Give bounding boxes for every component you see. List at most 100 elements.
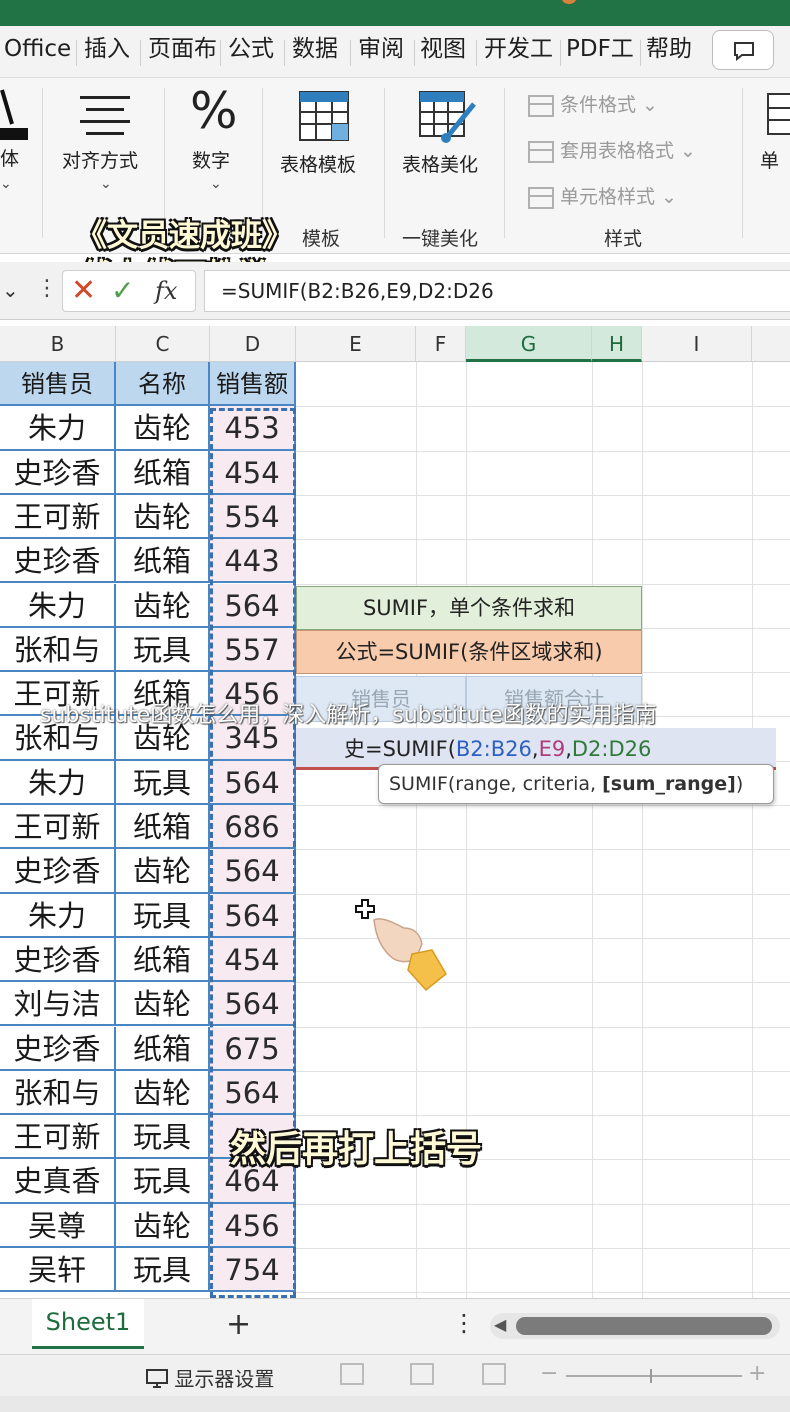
tab-review[interactable]: 审阅: [358, 34, 404, 64]
cell-salesperson[interactable]: 史珍香: [0, 849, 116, 894]
cell-amount[interactable]: 686: [210, 805, 296, 850]
tab-developer[interactable]: 开发工: [484, 34, 558, 64]
cell-amount[interactable]: 454: [210, 937, 296, 983]
column-header-b[interactable]: B: [0, 326, 116, 362]
cell-salesperson[interactable]: 朱力: [0, 893, 116, 938]
cell-product[interactable]: 玩具: [116, 1248, 210, 1293]
more-dots-icon[interactable]: ⋮: [36, 276, 58, 301]
cell-product[interactable]: 齿轮: [116, 494, 210, 540]
column-header-c[interactable]: C: [116, 326, 210, 362]
tab-data[interactable]: 数据: [292, 34, 338, 64]
tab-view[interactable]: 视图: [420, 34, 466, 64]
cell-salesperson[interactable]: 史珍香: [0, 937, 116, 983]
cell-product[interactable]: 纸箱: [116, 539, 210, 584]
cell-product[interactable]: 玩具: [116, 1115, 210, 1160]
align-icon[interactable]: [76, 92, 134, 140]
cell-product[interactable]: 纸箱: [116, 1026, 210, 1071]
cells-icon[interactable]: [766, 92, 790, 136]
formula-input[interactable]: =SUMIF(B2:B26,E9,D2:D26: [204, 270, 790, 312]
column-header-h[interactable]: H: [592, 326, 642, 362]
cell-amount[interactable]: 564: [210, 982, 296, 1027]
cell-amount[interactable]: 564: [210, 583, 296, 628]
tab-formulas[interactable]: 公式: [228, 34, 274, 64]
cell-product[interactable]: 齿轮: [116, 982, 210, 1027]
cell-product[interactable]: 纸箱: [116, 937, 210, 983]
cell-salesperson[interactable]: 吴轩: [0, 1248, 116, 1293]
tab-page-layout[interactable]: 页面布: [148, 34, 218, 64]
cell-amount[interactable]: 564: [210, 760, 296, 805]
column-header-e[interactable]: E: [296, 326, 416, 362]
header-cell-product[interactable]: 名称: [116, 362, 210, 407]
cell-amount[interactable]: 564: [210, 893, 296, 938]
namebox-chevron-icon[interactable]: ⌄: [2, 278, 19, 302]
cell-salesperson[interactable]: 史珍香: [0, 450, 116, 495]
cell-salesperson[interactable]: 史珍香: [0, 539, 116, 584]
table-beautify-icon[interactable]: [418, 90, 476, 146]
cell-product[interactable]: 齿轮: [116, 406, 210, 451]
comment-button[interactable]: [712, 30, 774, 70]
cell-amount[interactable]: 456: [210, 1203, 296, 1248]
table-format-button[interactable]: 套用表格格式 ⌄: [528, 136, 696, 166]
zoom-slider[interactable]: [566, 1375, 742, 1377]
cell-amount[interactable]: 453: [210, 406, 296, 451]
cell-salesperson[interactable]: 王可新: [0, 1115, 116, 1160]
tab-pdf[interactable]: PDF工: [566, 34, 638, 64]
sumif-formula-cell[interactable]: 公式=SUMIF(条件区域求和): [296, 630, 642, 674]
sumif-title-cell[interactable]: SUMIF，单个条件求和: [296, 586, 642, 630]
column-header-f[interactable]: F: [416, 326, 466, 362]
cell-product[interactable]: 纸箱: [116, 805, 210, 850]
display-settings-button[interactable]: 显示器设置: [146, 1363, 274, 1392]
cell-amount[interactable]: 443: [210, 539, 296, 584]
cell-salesperson[interactable]: 张和与: [0, 627, 116, 673]
tab-insert[interactable]: 插入: [84, 34, 130, 64]
normal-view-icon[interactable]: [340, 1363, 364, 1385]
horizontal-scrollbar-thumb[interactable]: [516, 1317, 772, 1335]
cell-product[interactable]: 玩具: [116, 627, 210, 673]
cell-product[interactable]: 齿轮: [116, 1070, 210, 1116]
cell-product[interactable]: 齿轮: [116, 583, 210, 628]
cell-salesperson[interactable]: 刘与洁: [0, 982, 116, 1027]
cell-salesperson[interactable]: 张和与: [0, 1070, 116, 1116]
header-cell-salesperson[interactable]: 销售员: [0, 362, 116, 407]
table-template-icon[interactable]: [298, 90, 350, 142]
add-sheet-icon[interactable]: +: [226, 1307, 251, 1342]
sheet-more-icon[interactable]: ⋮: [452, 1309, 476, 1337]
cancel-icon[interactable]: ✕: [71, 273, 96, 308]
align-chevron-icon[interactable]: ⌄: [100, 176, 112, 192]
tab-help[interactable]: 帮助: [646, 34, 692, 64]
function-tooltip[interactable]: SUMIF(range, criteria, [sum_range]): [378, 764, 774, 804]
sheet-tab-sheet1[interactable]: Sheet1: [32, 1299, 144, 1349]
cell-product[interactable]: 玩具: [116, 760, 210, 805]
font-color-icon[interactable]: [0, 84, 28, 140]
cell-style-button[interactable]: 单元格样式 ⌄: [528, 182, 677, 212]
page-break-view-icon[interactable]: [482, 1363, 506, 1385]
cell-amount[interactable]: 454: [210, 450, 296, 495]
cell-product[interactable]: 玩具: [116, 1159, 210, 1204]
conditional-format-button[interactable]: 条件格式 ⌄: [528, 90, 658, 120]
cell-salesperson[interactable]: 史珍香: [0, 1026, 116, 1071]
page-layout-view-icon[interactable]: [410, 1363, 434, 1385]
column-header-i[interactable]: I: [642, 326, 752, 362]
percent-icon[interactable]: %: [190, 82, 238, 140]
scroll-left-icon[interactable]: ◀: [494, 1315, 506, 1334]
cell-amount[interactable]: 754: [210, 1248, 296, 1293]
font-chevron-icon[interactable]: ⌄: [0, 176, 12, 192]
header-cell-amount[interactable]: 销售额: [210, 362, 296, 407]
number-chevron-icon[interactable]: ⌄: [210, 176, 222, 192]
cell-amount[interactable]: 675: [210, 1026, 296, 1071]
cell-amount[interactable]: 557: [210, 627, 296, 673]
insert-function-icon[interactable]: fx: [155, 277, 177, 305]
cell-salesperson[interactable]: 王可新: [0, 494, 116, 540]
column-header-g[interactable]: G: [466, 326, 592, 362]
cell-salesperson[interactable]: 朱力: [0, 406, 116, 451]
cell-salesperson[interactable]: 吴尊: [0, 1203, 116, 1248]
cell-salesperson[interactable]: 王可新: [0, 805, 116, 850]
cell-amount[interactable]: 554: [210, 494, 296, 540]
confirm-icon[interactable]: ✓: [111, 274, 134, 307]
zoom-in-icon[interactable]: +: [748, 1361, 766, 1386]
cell-amount[interactable]: 564: [210, 849, 296, 894]
column-header-d[interactable]: D: [210, 326, 296, 362]
cell-amount[interactable]: 564: [210, 1070, 296, 1116]
cell-salesperson[interactable]: 史真香: [0, 1159, 116, 1204]
cell-salesperson[interactable]: 朱力: [0, 760, 116, 805]
